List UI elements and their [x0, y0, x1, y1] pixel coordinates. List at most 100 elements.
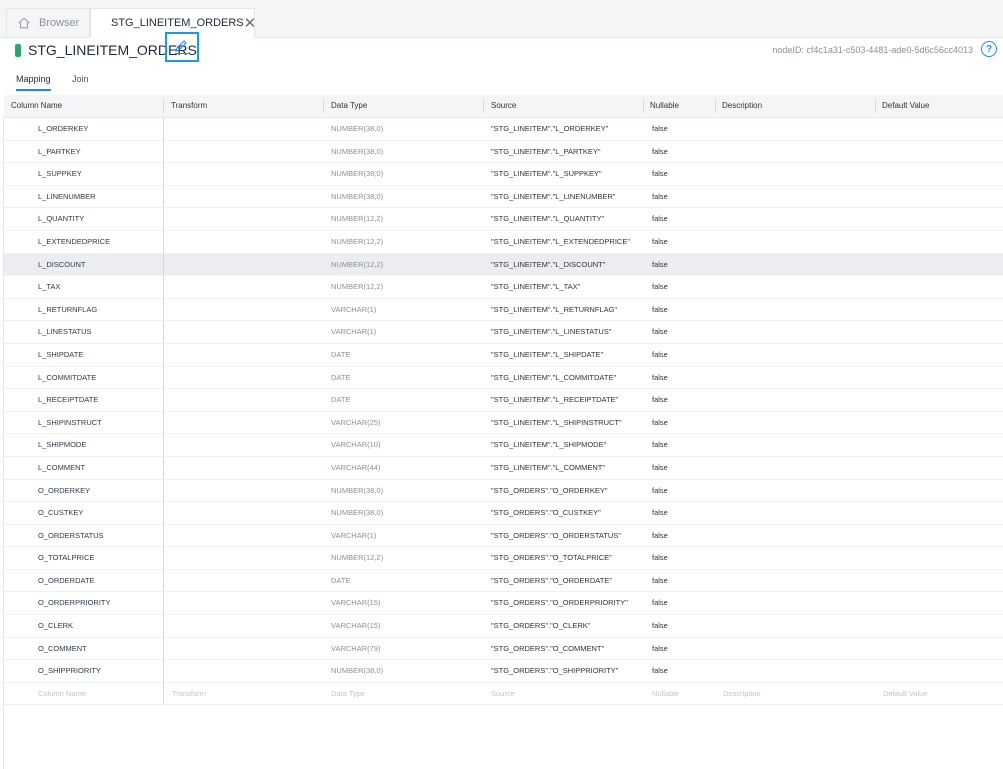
table-row[interactable]: L_SUPPKEY NUMBER(38,0) "STG_LINEITEM"."L_S…	[4, 163, 1003, 186]
cell-data-type[interactable]: VARCHAR(25)	[331, 418, 380, 427]
cell-data-type[interactable]: NUMBER(38,0)	[331, 124, 383, 133]
cell-nullable[interactable]: false	[652, 621, 668, 630]
cell-source[interactable]: "STG_LINEITEM"."L_RECEIPTDATE"	[491, 395, 618, 404]
cell-data-type[interactable]: NUMBER(38,0)	[331, 508, 383, 517]
cell-source[interactable]: "STG_ORDERS"."O_CLERK"	[491, 621, 590, 630]
column-header-description[interactable]: Description	[722, 101, 762, 110]
cell-data-type[interactable]: NUMBER(38,0)	[331, 147, 383, 156]
cell-data-type[interactable]: NUMBER(38,0)	[331, 192, 383, 201]
table-row[interactable]: L_LINESTATUS VARCHAR(1) "STG_LINEITEM"."L_…	[4, 321, 1003, 344]
cell-nullable[interactable]: false	[652, 192, 668, 201]
cell-data-type[interactable]: DATE	[331, 576, 350, 585]
cell-column-name[interactable]: O_SHIPPRIORITY	[38, 666, 101, 675]
cell-nullable[interactable]: false	[652, 373, 668, 382]
placeholder-data-type[interactable]: Data Type	[331, 689, 365, 698]
cell-data-type[interactable]: NUMBER(12,2)	[331, 214, 383, 223]
table-row[interactable]: O_ORDERPRIORITY VARCHAR(15) "STG_ORDERS"."…	[4, 592, 1003, 616]
cell-column-name[interactable]: L_RETURNFLAG	[38, 305, 97, 314]
cell-nullable[interactable]: false	[652, 531, 668, 540]
cell-column-name[interactable]: O_TOTALPRICE	[38, 553, 94, 562]
table-row[interactable]: O_SHIPPRIORITY NUMBER(38,0) "STG_ORDERS"."…	[4, 660, 1003, 683]
table-row[interactable]: O_ORDERSTATUS VARCHAR(1) "STG_ORDERS"."O_O…	[4, 524, 1003, 548]
cell-data-type[interactable]: NUMBER(38,0)	[331, 486, 383, 495]
cell-column-name[interactable]: L_TAX	[38, 282, 60, 291]
cell-column-name[interactable]: L_SHIPMODE	[38, 440, 86, 449]
cell-column-name[interactable]: L_COMMENT	[38, 463, 85, 472]
cell-data-type[interactable]: VARCHAR(44)	[331, 463, 380, 472]
cell-column-name[interactable]: L_QUANTITY	[38, 214, 84, 223]
table-row[interactable]: L_SHIPDATE DATE "STG_LINEITEM"."L_SHIPDATE…	[4, 343, 1003, 367]
cell-nullable[interactable]: false	[652, 260, 668, 269]
cell-column-name[interactable]: O_COMMENT	[38, 644, 87, 653]
table-row[interactable]: L_SHIPMODE VARCHAR(10) "STG_LINEITEM"."L_S…	[4, 434, 1003, 457]
table-row[interactable]: O_ORDERDATE DATE "STG_ORDERS"."O_ORDERDATE…	[4, 569, 1003, 593]
cell-data-type[interactable]: VARCHAR(1)	[331, 327, 376, 336]
cell-source[interactable]: "STG_LINEITEM"."L_SHIPDATE"	[491, 350, 603, 359]
cell-data-type[interactable]: NUMBER(12,2)	[331, 260, 383, 269]
new-column-placeholder-row[interactable]: Column Name Transform Data Type Source N…	[4, 682, 1003, 706]
help-icon[interactable]: ?	[981, 41, 997, 57]
cell-source[interactable]: "STG_ORDERS"."O_ORDERPRIORITY"	[491, 598, 628, 607]
cell-source[interactable]: "STG_ORDERS"."O_ORDERDATE"	[491, 576, 612, 585]
cell-source[interactable]: "STG_LINEITEM"."L_LINESTATUS"	[491, 327, 611, 336]
cell-column-name[interactable]: O_ORDERKEY	[38, 486, 90, 495]
table-row[interactable]: L_COMMENT VARCHAR(44) "STG_LINEITEM"."L_CO…	[4, 456, 1003, 480]
cell-data-type[interactable]: VARCHAR(15)	[331, 621, 380, 630]
column-header-source[interactable]: Source	[491, 101, 516, 110]
cell-column-name[interactable]: L_RECEIPTDATE	[38, 395, 98, 404]
cell-nullable[interactable]: false	[652, 305, 668, 314]
cell-source[interactable]: "STG_ORDERS"."O_SHIPPRIORITY"	[491, 666, 618, 675]
cell-source[interactable]: "STG_ORDERS"."O_CUSTKEY"	[491, 508, 601, 517]
placeholder-nullable[interactable]: Nullable	[652, 689, 679, 698]
tab-join[interactable]: Join	[72, 74, 89, 89]
column-divider[interactable]	[643, 99, 644, 113]
cell-column-name[interactable]: O_ORDERPRIORITY	[38, 598, 111, 607]
cell-column-name[interactable]: O_ORDERDATE	[38, 576, 95, 585]
cell-nullable[interactable]: false	[652, 666, 668, 675]
cell-data-type[interactable]: NUMBER(38,0)	[331, 666, 383, 675]
column-divider[interactable]	[163, 99, 164, 113]
cell-source[interactable]: "STG_ORDERS"."O_TOTALPRICE"	[491, 553, 612, 562]
cell-data-type[interactable]: NUMBER(38,0)	[331, 169, 383, 178]
placeholder-source[interactable]: Source	[491, 689, 515, 698]
placeholder-description[interactable]: Description	[723, 689, 761, 698]
cell-nullable[interactable]: false	[652, 169, 668, 178]
cell-source[interactable]: "STG_ORDERS"."O_ORDERSTATUS"	[491, 531, 621, 540]
cell-source[interactable]: "STG_LINEITEM"."L_LINENUMBER"	[491, 192, 615, 201]
cell-nullable[interactable]: false	[652, 644, 668, 653]
table-row[interactable]: L_TAX NUMBER(12,2) "STG_LINEITEM"."L_TAX" f…	[4, 276, 1003, 299]
cell-data-type[interactable]: DATE	[331, 395, 350, 404]
cell-column-name[interactable]: O_CLERK	[38, 621, 73, 630]
cell-nullable[interactable]: false	[652, 463, 668, 472]
column-header-data-type[interactable]: Data Type	[331, 101, 367, 110]
cell-column-name[interactable]: O_ORDERSTATUS	[38, 531, 104, 540]
cell-data-type[interactable]: VARCHAR(1)	[331, 531, 376, 540]
tab-browser[interactable]: Browser	[6, 8, 90, 37]
cell-nullable[interactable]: false	[652, 553, 668, 562]
placeholder-transform[interactable]: Transform	[172, 689, 206, 698]
table-row[interactable]: L_RECEIPTDATE DATE "STG_LINEITEM"."L_RECEI…	[4, 389, 1003, 412]
table-row[interactable]: O_COMMENT VARCHAR(79) "STG_ORDERS"."O_COMM…	[4, 637, 1003, 661]
cell-column-name[interactable]: L_LINESTATUS	[38, 327, 92, 336]
table-row[interactable]: L_EXTENDEDPRICE NUMBER(12,2) "STG_LINEITEM…	[4, 230, 1003, 254]
cell-data-type[interactable]: NUMBER(12,2)	[331, 282, 383, 291]
table-row[interactable]: O_CUSTKEY NUMBER(38,0) "STG_ORDERS"."O_CUS…	[4, 502, 1003, 525]
cell-nullable[interactable]: false	[652, 395, 668, 404]
cell-source[interactable]: "STG_LINEITEM"."L_ORDERKEY"	[491, 124, 608, 133]
table-row[interactable]: L_DISCOUNT NUMBER(12,2) "STG_LINEITEM"."L_…	[4, 253, 1003, 277]
cell-column-name[interactable]: L_PARTKEY	[38, 147, 81, 156]
cell-source[interactable]: "STG_ORDERS"."O_COMMENT"	[491, 644, 604, 653]
cell-data-type[interactable]: NUMBER(12,2)	[331, 553, 383, 562]
cell-column-name[interactable]: L_DISCOUNT	[38, 260, 86, 269]
close-icon[interactable]: ✕	[244, 16, 257, 31]
cell-column-name[interactable]: O_CUSTKEY	[38, 508, 83, 517]
column-header-transform[interactable]: Transform	[171, 101, 207, 110]
cell-data-type[interactable]: VARCHAR(1)	[331, 305, 376, 314]
cell-nullable[interactable]: false	[652, 350, 668, 359]
cell-source[interactable]: "STG_LINEITEM"."L_TAX"	[491, 282, 580, 291]
cell-source[interactable]: "STG_LINEITEM"."L_EXTENDEDPRICE"	[491, 237, 630, 246]
cell-nullable[interactable]: false	[652, 147, 668, 156]
table-row[interactable]: L_ORDERKEY NUMBER(38,0) "STG_LINEITEM"."L_…	[4, 118, 1003, 141]
table-row[interactable]: O_ORDERKEY NUMBER(38,0) "STG_ORDERS"."O_OR…	[4, 479, 1003, 503]
cell-nullable[interactable]: false	[652, 418, 668, 427]
